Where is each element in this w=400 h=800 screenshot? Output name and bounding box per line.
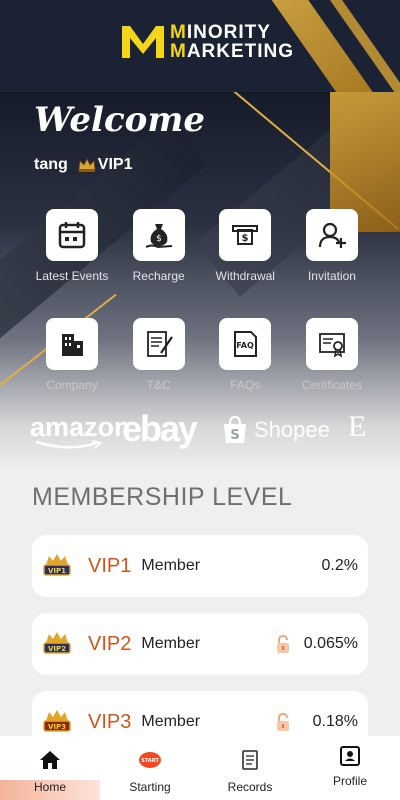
faq-icon: FAQ: [234, 331, 258, 357]
profile-icon: [340, 746, 360, 766]
home-icon: [40, 751, 60, 769]
brand-logo: MINORITY MARKETING: [120, 22, 294, 62]
vip-badge-icon: VIP2: [43, 632, 71, 654]
nav-records[interactable]: Records: [200, 736, 300, 800]
member-label: Member: [141, 713, 201, 730]
app-header: MINORITY MARKETING: [0, 0, 400, 92]
menu-recharge[interactable]: $ Recharge: [119, 209, 199, 283]
menu-invitation[interactable]: Invitation: [292, 209, 372, 283]
membership-card-vip1[interactable]: VIP1 VIP1 Member 0.2%: [32, 535, 368, 597]
svg-text:$: $: [242, 233, 249, 244]
svg-text:$: $: [156, 234, 162, 244]
add-user-icon: [318, 222, 346, 248]
brand-shopee: S Shopee: [222, 416, 330, 444]
logo-mark-icon: [122, 26, 164, 58]
member-label: Member: [141, 557, 201, 574]
menu-tc[interactable]: T&C: [119, 318, 199, 392]
menu-latest-events[interactable]: Latest Events: [32, 209, 112, 283]
level-name: VIP1: [88, 554, 132, 577]
svg-text:FAQ: FAQ: [237, 341, 255, 350]
membership-card-vip2[interactable]: VIP2 VIP2 Member 0.065%: [32, 613, 368, 675]
amazon-smile-icon: [35, 440, 102, 449]
brand-ebay: ebay: [122, 408, 198, 449]
calendar-icon: [58, 222, 86, 249]
svg-text:VIP1: VIP1: [48, 567, 66, 575]
hero-section: Welcome tang VIP1 Latest Events $ Rechar…: [0, 92, 400, 472]
level-name: VIP2: [88, 632, 132, 655]
member-label: Member: [141, 635, 201, 652]
menu-certificates[interactable]: Certificates: [292, 318, 372, 392]
menu-withdrawal[interactable]: $ Withdrawal: [205, 209, 285, 283]
commission-rate: 0.065%: [303, 635, 358, 652]
document-sign-icon: [146, 331, 173, 357]
svg-text:VIP3: VIP3: [48, 723, 66, 731]
level-name: VIP3: [88, 710, 132, 733]
vip-badge-icon: VIP3: [43, 710, 71, 732]
welcome-heading: Welcome: [34, 100, 205, 140]
vip-badge-icon: VIP1: [43, 554, 71, 576]
brand-amazon: amazon: [30, 412, 131, 449]
money-bag-icon: $: [145, 224, 172, 249]
cash-withdraw-icon: $: [232, 225, 259, 245]
nav-starting[interactable]: START Starting: [100, 736, 200, 800]
building-icon: [62, 334, 83, 356]
commission-rate: 0.18%: [312, 713, 358, 730]
vip-level: VIP1: [97, 156, 133, 173]
unlock-icon: [277, 713, 289, 731]
records-icon: [242, 750, 258, 770]
menu-faqs[interactable]: FAQ FAQs: [205, 318, 285, 392]
shopee-bag-icon: S: [224, 416, 246, 443]
user-info: tang VIP1: [34, 156, 132, 174]
unlock-icon: [277, 635, 289, 653]
certificate-icon: [319, 333, 345, 358]
crown-icon: [78, 158, 96, 172]
nav-home[interactable]: Home: [0, 736, 100, 800]
start-icon: START: [139, 752, 161, 768]
commission-rate: 0.2%: [321, 557, 358, 574]
bottom-nav: Home START Starting Records Profile: [0, 736, 400, 800]
username: tang: [34, 156, 68, 173]
brand-e: E: [348, 410, 367, 443]
svg-text:S: S: [230, 428, 239, 443]
svg-text:START: START: [141, 758, 159, 764]
nav-profile[interactable]: Profile: [300, 736, 400, 800]
partner-brands: amazon ebay S Shopee E: [0, 408, 400, 462]
membership-title: MEMBERSHIP LEVEL: [32, 483, 293, 511]
svg-text:VIP2: VIP2: [48, 645, 66, 653]
menu-company[interactable]: Company: [32, 318, 112, 392]
